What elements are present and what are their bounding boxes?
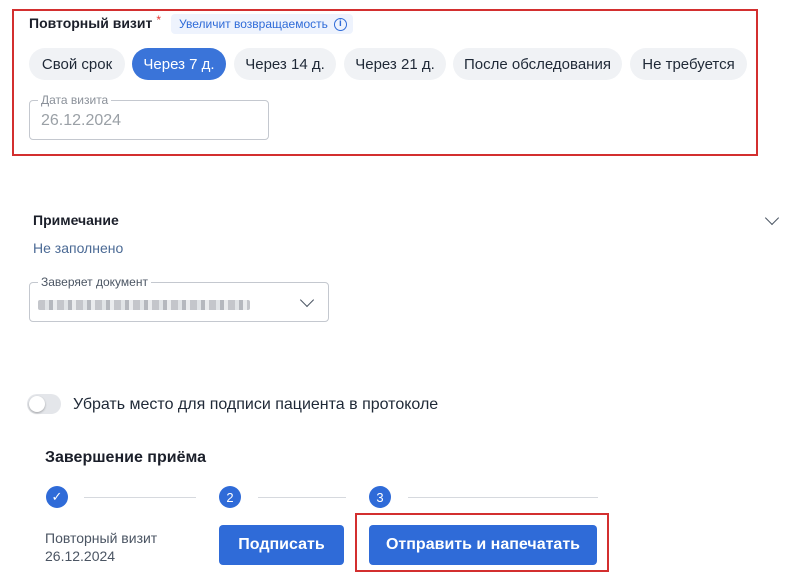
info-icon[interactable]: i <box>333 17 347 31</box>
step-3-marker: 3 <box>369 486 391 508</box>
signature-toggle-label: Убрать место для подписи пациента в прот… <box>73 396 439 413</box>
step-2-marker: 2 <box>219 486 241 508</box>
step-1-text: Повторный визит 26.12.2024 <box>45 529 157 565</box>
certifier-value-redacted <box>38 300 250 310</box>
certifier-label: Заверяет документ <box>38 275 151 289</box>
return-visit-header: Повторный визит * Увеличит возвращаемость… <box>29 12 353 36</box>
chevron-down-icon <box>764 210 780 226</box>
chip-14-days[interactable]: Через 14 д. <box>234 48 336 80</box>
return-visit-title-text: Повторный визит <box>29 15 153 31</box>
chevron-down-icon <box>299 292 315 308</box>
visit-date-field[interactable]: Дата визита 26.12.2024 <box>29 93 269 140</box>
step-1-date: 26.12.2024 <box>45 548 116 564</box>
required-mark: * <box>156 13 162 27</box>
toggle-knob <box>29 396 45 412</box>
return-visit-title: Повторный визит * <box>29 13 162 33</box>
step-1-marker: ✓ <box>46 486 68 508</box>
note-title: Примечание <box>33 212 119 228</box>
visit-date-value: 26.12.2024 <box>41 112 122 129</box>
step-2-connector <box>258 497 346 498</box>
finish-title: Завершение приёма <box>45 449 206 466</box>
note-expand-button[interactable] <box>760 210 784 234</box>
chip-after-exam[interactable]: После обследования <box>453 48 622 80</box>
chip-not-required[interactable]: Не требуется <box>630 48 747 80</box>
visit-date-label: Дата визита <box>38 93 112 107</box>
chip-7-days[interactable]: Через 7 д. <box>132 48 226 80</box>
chip-custom-term[interactable]: Свой срок <box>29 48 125 80</box>
signature-toggle[interactable] <box>27 394 61 414</box>
sign-button[interactable]: Подписать <box>219 525 344 565</box>
step-1-title: Повторный визит <box>45 530 158 546</box>
return-rate-badge: Увеличит возвращаемость i <box>171 14 353 34</box>
note-value: Не заполнено <box>33 240 124 256</box>
step-1-connector <box>84 497 196 498</box>
return-rate-badge-text: Увеличит возвращаемость <box>179 17 328 31</box>
send-and-print-button[interactable]: Отправить и напечатать <box>369 525 597 565</box>
chip-21-days[interactable]: Через 21 д. <box>344 48 446 80</box>
certifier-select[interactable]: Заверяет документ <box>29 275 329 322</box>
step-3-connector <box>408 497 598 498</box>
